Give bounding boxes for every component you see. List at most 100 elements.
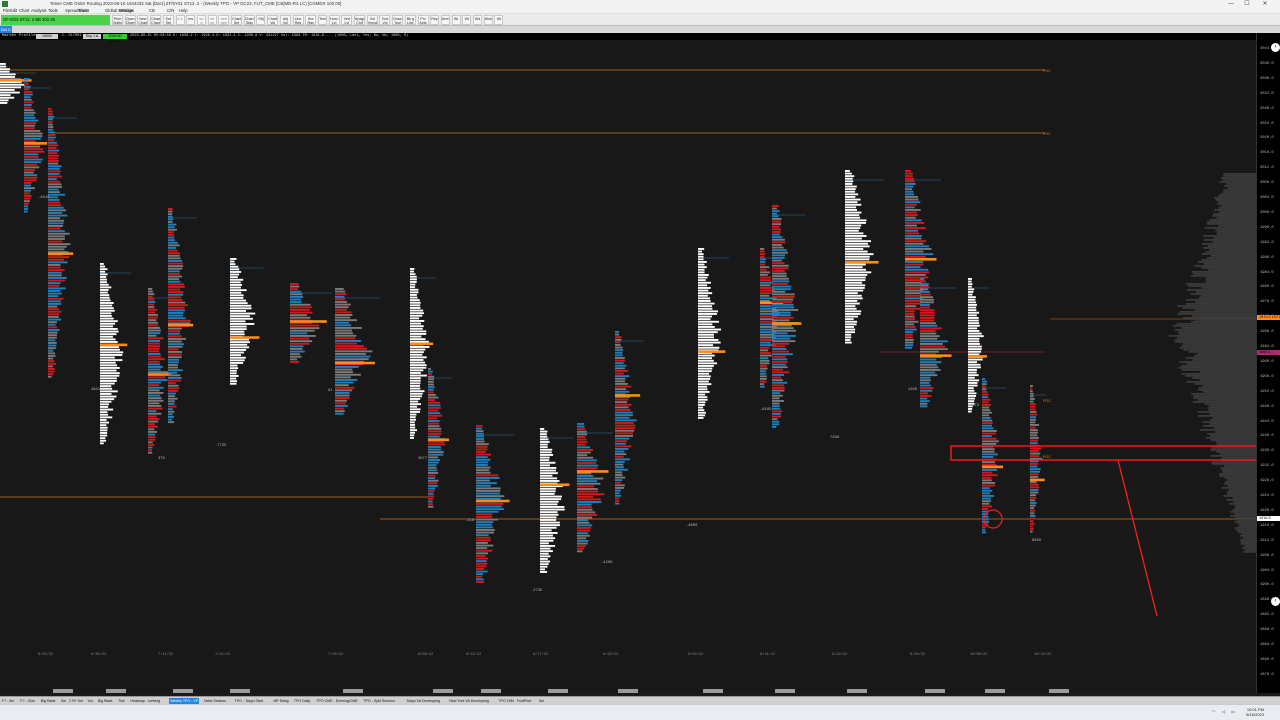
toolbar-button-5[interactable]: < >	[175, 15, 185, 25]
toolbar-button-16[interactable]: Hor Ray	[305, 15, 317, 25]
profile-bar	[100, 273, 108, 276]
profile-bar	[772, 241, 786, 244]
profile-bar	[230, 310, 247, 312]
profile-bar	[982, 515, 989, 518]
price-highlight-va: 1966.1	[1257, 350, 1280, 355]
composite-profile-bar	[1233, 501, 1256, 503]
toolbar-button-11[interactable]: Chart Stdy	[243, 15, 255, 25]
scale-button-up[interactable]: ‹	[1271, 43, 1280, 52]
profile-bar	[168, 358, 180, 361]
maximize-button[interactable]: ☐	[1240, 0, 1254, 8]
profile-bar	[615, 380, 625, 383]
profile-bar	[905, 323, 914, 326]
toolbar-button-17[interactable]: Text	[317, 15, 327, 25]
profile-bar	[905, 326, 916, 328]
toolbar-button-24[interactable]: Bk g Linx	[404, 15, 416, 25]
time-range-button	[847, 689, 867, 693]
profile-bar	[476, 521, 494, 524]
toolbar-button-20[interactable]: Kpage Chrt	[354, 15, 365, 25]
composite-profile-bar	[1179, 361, 1256, 363]
profile-bar	[48, 108, 52, 110]
minimize-button[interactable]: —	[1224, 0, 1238, 8]
symbol-box[interactable]: GF-5/23 ST12, 2 BB 202.25	[1, 15, 110, 25]
profile-bar	[540, 503, 558, 506]
toolbar-button-14[interactable]: Adj Vol	[279, 15, 291, 25]
profile-bar	[428, 407, 441, 409]
toolbar-button-27[interactable]: Arrest	[440, 15, 450, 25]
profile-bar	[476, 464, 488, 466]
profile-bar	[100, 346, 119, 349]
study-setting-box[interactable]: 10000	[36, 34, 58, 39]
toolbar-button-18[interactable]: Horz Lvl	[328, 15, 340, 25]
volume-icon[interactable]: ◁	[1222, 709, 1225, 714]
toolbar-button-6[interactable]: Ins	[186, 15, 196, 25]
toolbar-button-29[interactable]: Wt	[462, 15, 472, 25]
profile-bar	[1030, 512, 1035, 515]
chart-tab[interactable]: Bid C	[0, 26, 12, 33]
profile-bar	[968, 288, 975, 291]
profile-bar	[100, 437, 106, 440]
date-label: 9/29/22	[910, 652, 925, 657]
profile-bar	[1030, 405, 1036, 408]
profile-bar	[476, 469, 490, 472]
toolbar-button-32[interactable]: Wt	[494, 15, 504, 25]
profile-bar	[335, 358, 369, 361]
composite-profile-bar	[1241, 547, 1256, 549]
time-range-button	[703, 689, 723, 693]
price-axis[interactable]: 2044.0 2040.0 2036.0 2032.0 2028.0 2024.0 2020…	[1256, 33, 1280, 693]
toolbar-button-12[interactable]: Obj	[256, 15, 266, 25]
profile-bar	[698, 404, 705, 406]
toolbar-button-26[interactable]: Reply	[430, 15, 440, 25]
profile-bar	[100, 270, 106, 273]
toolbar-button-23[interactable]: Draw Tool Set	[392, 15, 404, 25]
profile-bar	[168, 369, 183, 372]
toolbar-button-0[interactable]: Print Splits	[112, 15, 123, 25]
profile-bar	[615, 398, 629, 401]
toolbar-button-8[interactable]: << >>	[207, 15, 217, 25]
close-button[interactable]: ✕	[1258, 0, 1272, 8]
profile-bar	[1030, 473, 1039, 476]
profile-bar	[100, 315, 112, 317]
toolbar-button-21[interactable]: Vol Vmcd	[366, 15, 378, 25]
profile-bar	[48, 121, 53, 123]
profile-bar	[100, 281, 107, 284]
profile-bar	[968, 280, 972, 283]
toolbar-button-19[interactable]: Vert Lvl	[341, 15, 353, 25]
toolbar-button-28[interactable]: Wt	[451, 15, 461, 25]
toolbar-button-9[interactable]: <<< >>>	[218, 15, 230, 25]
profile-bar	[168, 218, 174, 221]
network-icon[interactable]: ◠	[1212, 709, 1216, 714]
profile-bar	[577, 464, 599, 467]
toolbar-button-2[interactable]: New Charts	[137, 15, 149, 25]
profile-bar	[410, 340, 429, 343]
toolbar-button-30[interactable]: Wd	[473, 15, 482, 25]
toolbar-button-22[interactable]: Tool Vol	[379, 15, 391, 25]
toolbar-button-3[interactable]: Close Charts	[150, 15, 162, 25]
profile-bar	[168, 400, 175, 403]
clock[interactable]: 10:01 PM 8/16/2023	[1238, 707, 1264, 717]
profile-bar	[100, 351, 124, 354]
toolbar-button-1[interactable]: Open Charts	[124, 15, 136, 25]
profile-bar	[698, 323, 713, 326]
toolbar-button-10[interactable]: Chart Set	[231, 15, 242, 25]
toolbar-button-25[interactable]: Prv Alrts	[417, 15, 429, 25]
profile-bar	[540, 558, 548, 560]
profile-bar	[1030, 434, 1038, 437]
profile-bar	[100, 283, 109, 286]
battery-icon[interactable]: ▭	[1231, 709, 1235, 714]
profile-bar	[760, 365, 768, 367]
toolbar-button-31[interactable]: Wnk	[483, 15, 493, 25]
toolbar-button-13[interactable]: Chart Vol	[267, 15, 279, 25]
delta-label: 61	[328, 389, 333, 393]
toolbar-button-15[interactable]: Line Reg	[292, 15, 304, 25]
profile-bar	[760, 250, 765, 253]
toolbar: GF-5/23 ST12, 2 BB 202.25 Print Splits Op…	[0, 14, 1280, 26]
scale-button-down[interactable]: ‹	[1271, 597, 1280, 606]
profile-bar	[100, 294, 110, 297]
toolbar-button-7[interactable]: << <	[196, 15, 206, 25]
toolbar-button-4[interactable]: Ent Set	[162, 15, 174, 25]
chart-area[interactable]: -4016 4841 379 -7725 61 3077 -118 -2735 -4206 -40…	[0, 33, 1280, 693]
profile-bar	[845, 201, 858, 204]
profile-bar	[428, 386, 435, 389]
profile-bar	[920, 322, 936, 325]
